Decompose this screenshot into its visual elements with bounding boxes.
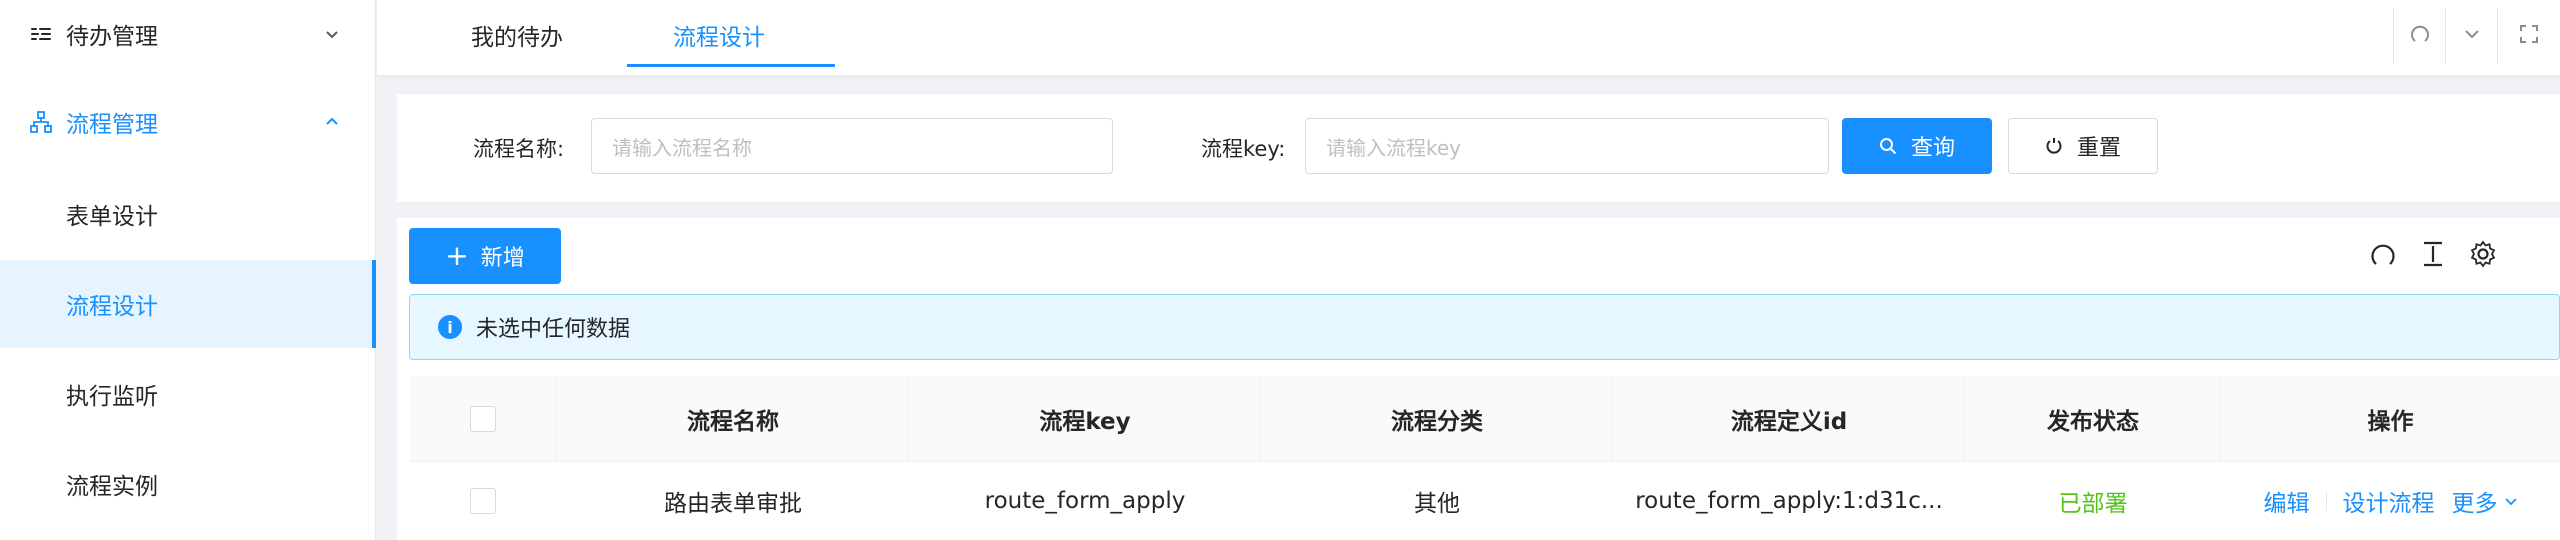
search-icon: [1879, 137, 1897, 155]
sidebar-item-process-instance[interactable]: 流程实例: [0, 440, 376, 528]
refresh-icon: [2409, 23, 2431, 49]
refresh-table-button[interactable]: [2363, 236, 2403, 276]
design-process-link[interactable]: 设计流程: [2343, 484, 2435, 518]
row-checkbox[interactable]: [470, 488, 496, 514]
column-header-status[interactable]: 发布状态: [1965, 376, 2221, 461]
sidebar: 待办管理 流程管理 表单设计 流程设计 执行监听 流程实例: [0, 0, 376, 540]
process-key-input[interactable]: 请输入流程key: [1305, 118, 1829, 174]
chevron-up-icon: [322, 112, 342, 132]
row-select-cell: [409, 462, 557, 540]
placeholder: 请输入流程名称: [612, 135, 752, 160]
sidebar-item-label: 流程设计: [66, 294, 158, 320]
column-header-actions: 操作: [2367, 408, 2414, 435]
column-header-category[interactable]: 流程分类: [1261, 376, 1613, 461]
table-settings-button[interactable]: [2463, 236, 2503, 276]
column-height-button[interactable]: [2413, 236, 2453, 276]
reset-icon: [2045, 137, 2063, 155]
sidebar-item-label: 流程管理: [66, 112, 158, 138]
search-form: 流程名称: 请输入流程名称 流程key: 请输入流程key 查询 重置: [397, 94, 2560, 202]
process-name-input[interactable]: 请输入流程名称: [591, 118, 1113, 174]
placeholder: 请输入流程key: [1326, 135, 1462, 160]
add-button-label: 新增: [480, 246, 525, 271]
chevron-down-icon: [2463, 25, 2481, 47]
query-button-label: 查询: [1910, 136, 1955, 161]
tab-dropdown-button[interactable]: [2445, 8, 2497, 64]
info-icon: i: [438, 315, 462, 339]
fullscreen-button[interactable]: [2497, 8, 2560, 64]
more-link-label: 更多: [2451, 491, 2498, 517]
sidebar-item-form-design[interactable]: 表单设计: [0, 170, 376, 258]
cell-name: 路由表单审批: [664, 491, 802, 517]
cell-category: 其他: [1414, 491, 1460, 517]
divider: [2325, 491, 2327, 511]
tab-my-todo[interactable]: 我的待办: [471, 0, 563, 70]
process-key-label: 流程key:: [1201, 137, 1286, 161]
alert-text: 未选中任何数据: [476, 317, 631, 342]
status-badge: 已部署: [2058, 491, 2128, 517]
refresh-tab-button[interactable]: [2393, 8, 2445, 64]
selection-alert: i 未选中任何数据: [409, 294, 2560, 360]
chevron-down-icon: [322, 24, 342, 44]
cell-key: route_form_apply: [984, 488, 1186, 514]
reset-button-label: 重置: [2076, 136, 2121, 161]
add-button[interactable]: + 新增: [409, 228, 561, 284]
table-row: 路由表单审批 route_form_apply 其他 route_form_ap…: [409, 462, 2560, 540]
table-card: + 新增 i 未选中任何数据 流程名称 流程key 流程分类 流程定义id 发布…: [397, 218, 2560, 540]
sidebar-item-label: 待办管理: [66, 24, 158, 50]
table-header: 流程名称 流程key 流程分类 流程定义id 发布状态 操作: [409, 376, 2560, 462]
edit-link[interactable]: 编辑: [2264, 484, 2310, 518]
select-all-cell: [409, 376, 557, 461]
tab-label: 流程设计: [673, 25, 765, 51]
column-header-name[interactable]: 流程名称: [557, 376, 909, 461]
cell-definition-id: route_form_apply:1:d31c...: [1635, 488, 1943, 514]
more-dropdown[interactable]: 更多: [2452, 484, 2518, 518]
chevron-down-icon: [2504, 494, 2518, 508]
cell-actions: 编辑 设计流程 更多: [2221, 462, 2560, 540]
tab-label: 我的待办: [471, 25, 563, 51]
process-name-label: 流程名称:: [473, 137, 565, 161]
sidebar-item-label: 执行监听: [66, 384, 158, 410]
fullscreen-icon: [2518, 23, 2540, 49]
tab-process-design[interactable]: 流程设计: [673, 0, 765, 70]
sidebar-item-todo-management[interactable]: 待办管理: [0, 0, 376, 78]
sidebar-item-process-design[interactable]: 流程设计: [0, 260, 376, 348]
column-height-icon: [2418, 239, 2448, 273]
workflow-icon: [26, 107, 56, 137]
select-all-checkbox[interactable]: [470, 405, 496, 432]
sidebar-item-label: 流程实例: [66, 474, 158, 500]
column-header-definition-id[interactable]: 流程定义id: [1613, 376, 1965, 461]
sidebar-item-label: 表单设计: [66, 204, 158, 230]
column-header-key[interactable]: 流程key: [909, 376, 1261, 461]
todo-list-icon: [26, 19, 56, 49]
active-tab-indicator: [627, 64, 835, 67]
refresh-icon: [2368, 239, 2398, 273]
tab-bar: 我的待办 流程设计: [377, 0, 2560, 76]
sidebar-item-process-management[interactable]: 流程管理: [0, 78, 376, 166]
reset-button[interactable]: 重置: [2008, 118, 2158, 174]
plus-icon: +: [445, 239, 469, 272]
query-button[interactable]: 查询: [1842, 118, 1992, 174]
sidebar-item-execution-listener[interactable]: 执行监听: [0, 350, 376, 438]
settings-icon: [2468, 239, 2498, 273]
